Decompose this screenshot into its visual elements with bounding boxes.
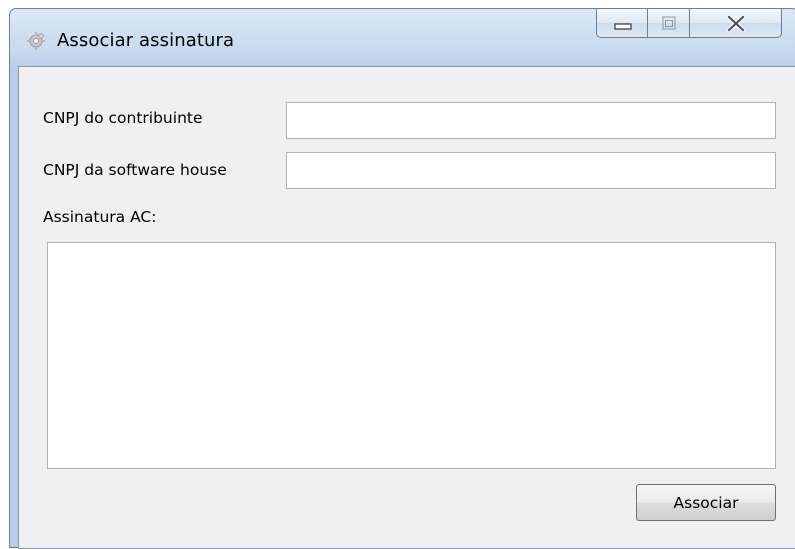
cnpj-software-house-input[interactable] [286,152,776,189]
cnpj-contribuinte-label: CNPJ do contribuinte [43,109,203,127]
assinatura-ac-textarea[interactable] [47,242,776,469]
maximize-button[interactable] [648,9,690,38]
dialog-window: Associar assinatura CNPJ do contribuinte… [9,8,795,549]
close-button[interactable] [690,9,782,38]
window-title: Associar assinatura [57,30,235,51]
dialog-content: CNPJ do contribuinte CNPJ da software ho… [18,66,795,549]
cnpj-software-house-label: CNPJ da software house [43,161,227,179]
minimize-button[interactable] [596,9,648,38]
cnpj-contribuinte-input[interactable] [286,102,776,139]
gear-icon [26,31,46,51]
assinatura-ac-label: Assinatura AC: [43,208,157,226]
associar-button[interactable]: Associar [636,484,776,521]
title-bar[interactable]: Associar assinatura [10,9,795,67]
window-controls [596,9,782,38]
